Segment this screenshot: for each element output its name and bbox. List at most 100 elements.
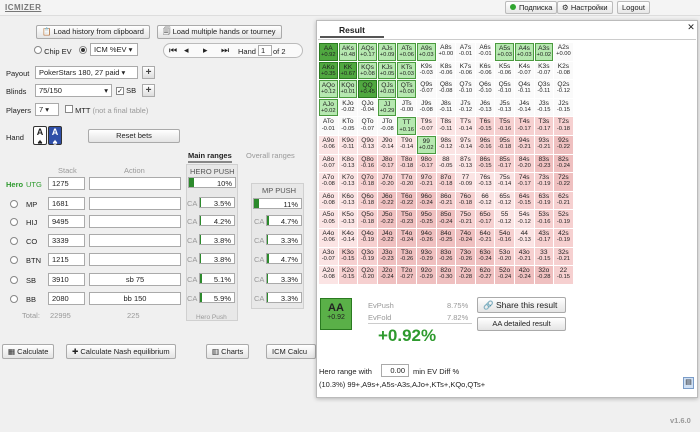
matrix-cell[interactable]: KQo +0.01	[338, 80, 358, 98]
tab-main-ranges[interactable]: Main ranges	[188, 151, 232, 163]
matrix-cell[interactable]: 92s -0.22	[554, 135, 573, 154]
player-action-input[interactable]	[89, 253, 181, 266]
reset-bets-button[interactable]: Reset bets	[88, 129, 180, 143]
matrix-cell[interactable]: AJs +0.09	[377, 43, 397, 61]
matrix-cell[interactable]: A4o -0.06	[319, 228, 338, 247]
player-action-input[interactable]: bb 150	[89, 292, 181, 305]
matrix-cell[interactable]: A5o -0.05	[319, 210, 338, 228]
matrix-cell[interactable]: A2s +0.00	[554, 43, 573, 61]
matrix-cell[interactable]: 65o -0.17	[475, 210, 495, 228]
matrix-cell[interactable]: KJo -0.02	[338, 98, 358, 117]
call-range-bar[interactable]: 5.9%	[199, 292, 235, 303]
matrix-cell[interactable]: 32s -0.21	[554, 247, 573, 266]
matrix-cell[interactable]: Q6o -0.18	[358, 191, 377, 210]
matrix-cell[interactable]: 62s -0.21	[554, 191, 573, 210]
mtt-checkbox[interactable]	[65, 105, 73, 113]
matrix-cell[interactable]: 75o -0.21	[456, 210, 475, 228]
matrix-cell[interactable]: J8s -0.11	[436, 98, 456, 117]
matrix-cell[interactable]: 55 -0.12	[495, 210, 514, 228]
chip-ev-option[interactable]: Chip EV	[34, 46, 72, 56]
matrix-cell[interactable]: K7o -0.13	[338, 173, 358, 191]
matrix-cell[interactable]: A7s -0.01	[456, 43, 475, 61]
matrix-cell[interactable]: A9o -0.06	[319, 135, 338, 154]
subscription-button[interactable]: Подписка	[505, 1, 558, 14]
matrix-cell[interactable]: J2o -0.24	[377, 266, 397, 284]
matrix-cell[interactable]: 93s -0.21	[534, 135, 554, 154]
matrix-cell[interactable]: 77 -0.09	[456, 173, 475, 191]
matrix-cell[interactable]: 43o -0.21	[514, 247, 534, 266]
matrix-cell[interactable]: 74o -0.24	[456, 228, 475, 247]
matrix-cell[interactable]: 92o -0.29	[416, 266, 436, 284]
matrix-cell[interactable]: 53s -0.16	[534, 210, 554, 228]
matrix-cell[interactable]: AKo +0.35	[319, 61, 338, 80]
matrix-cell[interactable]: J5o -0.22	[377, 210, 397, 228]
mtt-option[interactable]: MTT (not a final table)	[65, 105, 148, 115]
sb-checkbox[interactable]: ✓	[116, 87, 124, 95]
matrix-cell[interactable]: J9o -0.14	[377, 135, 397, 154]
matrix-cell[interactable]: A3s +0.02	[534, 43, 554, 61]
matrix-cell[interactable]: 44 -0.13	[514, 228, 534, 247]
matrix-cell[interactable]: Q8o -0.16	[358, 154, 377, 173]
matrix-cell[interactable]: 82s -0.24	[554, 154, 573, 173]
matrix-cell[interactable]: 85s -0.17	[495, 154, 514, 173]
mp-push-bar[interactable]: 11%	[253, 198, 302, 209]
call-range-bar[interactable]: 4.7%	[266, 253, 302, 264]
matrix-cell[interactable]: KQs +0.08	[358, 61, 377, 80]
player-action-input[interactable]	[89, 177, 181, 190]
app-logo[interactable]: ICMIZER	[5, 3, 41, 12]
matrix-cell[interactable]: 64o -0.21	[475, 228, 495, 247]
matrix-cell[interactable]: K4s -0.07	[514, 61, 534, 80]
matrix-cell[interactable]: J6o -0.22	[377, 191, 397, 210]
matrix-cell[interactable]: 63s -0.19	[534, 191, 554, 210]
matrix-cell[interactable]: AA +0.92	[319, 43, 338, 61]
matrix-cell[interactable]: T6s -0.15	[475, 117, 495, 135]
matrix-cell[interactable]: 22 -0.15	[554, 266, 573, 284]
matrix-cell[interactable]: 83o -0.26	[436, 247, 456, 266]
matrix-cell[interactable]: K9o -0.11	[338, 135, 358, 154]
matrix-cell[interactable]: QJo -0.04	[358, 98, 377, 117]
matrix-cell[interactable]: 85o -0.24	[436, 210, 456, 228]
matrix-cell[interactable]: JTo -0.08	[377, 117, 397, 135]
matrix-cell[interactable]: 43s -0.17	[534, 228, 554, 247]
matrix-cell[interactable]: 95o -0.25	[416, 210, 436, 228]
matrix-cell[interactable]: K8o -0.13	[338, 154, 358, 173]
matrix-cell[interactable]: J2s -0.15	[554, 98, 573, 117]
matrix-cell[interactable]: T9s -0.07	[416, 117, 436, 135]
matrix-cell[interactable]: J4s -0.14	[514, 98, 534, 117]
matrix-cell[interactable]: T4o -0.24	[397, 228, 416, 247]
matrix-cell[interactable]: ATs +0.06	[397, 43, 416, 61]
matrix-cell[interactable]: 54s -0.12	[514, 210, 534, 228]
matrix-cell[interactable]: 72s -0.22	[554, 173, 573, 191]
nash-button[interactable]: ✚ Calculate Nash equilibrium	[66, 344, 176, 359]
matrix-cell[interactable]: A9s +0.03	[416, 43, 436, 61]
player-stack-input[interactable]: 1681	[48, 197, 85, 210]
matrix-cell[interactable]: Q7s -0.10	[456, 80, 475, 98]
icm-radio[interactable]	[79, 46, 87, 54]
call-range-bar[interactable]: 3.3%	[266, 273, 302, 284]
matrix-cell[interactable]: Q5s -0.10	[495, 80, 514, 98]
matrix-cell[interactable]: A2o -0.08	[319, 266, 338, 284]
matrix-cell[interactable]: T5s -0.16	[495, 117, 514, 135]
matrix-cell[interactable]: T5o -0.23	[397, 210, 416, 228]
matrix-cell[interactable]: T2s -0.18	[554, 117, 573, 135]
matrix-cell[interactable]: T9o -0.14	[397, 135, 416, 154]
last-hand-icon[interactable]: ⏭	[221, 45, 229, 56]
player-stack-input[interactable]: 1215	[48, 253, 85, 266]
matrix-cell[interactable]: 76s -0.13	[475, 173, 495, 191]
player-stack-input[interactable]: 1275	[48, 177, 85, 190]
close-result-icon[interactable]: ✕	[686, 22, 696, 32]
matrix-cell[interactable]: JJ +0.29	[377, 98, 397, 117]
matrix-cell[interactable]: T8s -0.11	[436, 117, 456, 135]
matrix-cell[interactable]: A8s +0.00	[436, 43, 456, 61]
matrix-cell[interactable]: J3s -0.15	[534, 98, 554, 117]
result-tab[interactable]: Result	[320, 22, 384, 38]
matrix-cell[interactable]: 74s -0.17	[514, 173, 534, 191]
call-range-bar[interactable]: 3.3%	[266, 292, 302, 303]
player-hero-radio[interactable]	[10, 200, 18, 210]
sb-option[interactable]: ✓ SB	[116, 86, 136, 95]
player-hero-radio[interactable]	[10, 218, 18, 228]
load-clipboard-button[interactable]: 📋 Load history from clipboard	[36, 25, 150, 39]
matrix-cell[interactable]: KK +0.67	[338, 61, 358, 80]
matrix-cell[interactable]: 63o -0.24	[475, 247, 495, 266]
matrix-cell[interactable]: K3s -0.07	[534, 61, 554, 80]
